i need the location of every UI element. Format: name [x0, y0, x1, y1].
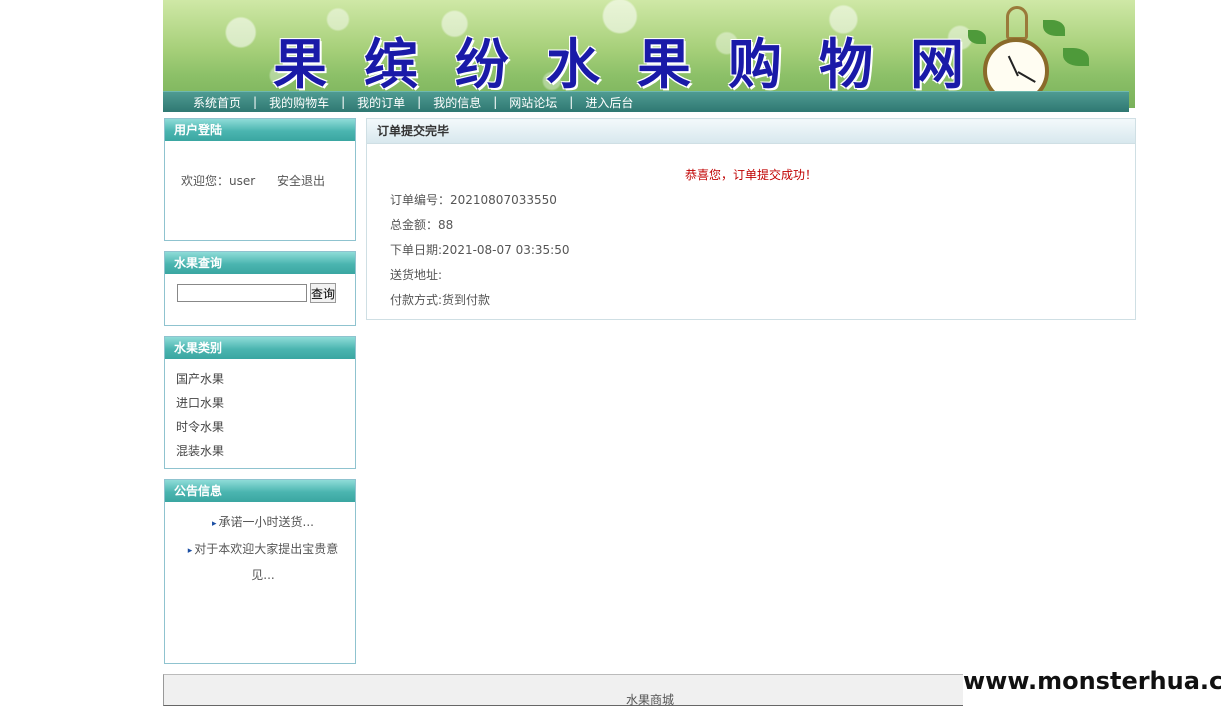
category-link-seasonal[interactable]: 时令水果 — [176, 418, 224, 435]
category-link-imported[interactable]: 进口水果 — [176, 394, 224, 411]
banner-title: 果缤纷水果购物网 — [273, 32, 1001, 96]
nav-forum[interactable]: 网站论坛 — [509, 94, 557, 111]
nav-home[interactable]: 系统首页 — [193, 94, 241, 111]
nav-separator: | — [253, 95, 258, 109]
nav-cart[interactable]: 我的购物车 — [269, 94, 329, 111]
search-input[interactable] — [177, 284, 307, 302]
nav-orders[interactable]: 我的订单 — [357, 94, 405, 111]
category-panel-title: 水果类别 — [165, 337, 355, 359]
notice-text: 对于本欢迎大家提出宝贵意见... — [194, 542, 339, 582]
order-result-title: 订单提交完毕 — [367, 119, 1135, 144]
success-message: 恭喜您，订单提交成功！ — [684, 168, 817, 182]
footer: 水果商城 — [163, 674, 963, 707]
order-date: 下单日期:2021-08-07 03:35:50 — [390, 243, 570, 257]
nav-separator: | — [493, 95, 498, 109]
category-link-mixed[interactable]: 混装水果 — [176, 442, 224, 459]
notice-panel-title: 公告信息 — [165, 480, 355, 502]
notice-panel: 公告信息 ▸ 承诺一小时送货... ▸ 对于本欢迎大家提出宝贵意见... — [164, 479, 356, 664]
pocket-watch-ring-icon — [1006, 6, 1028, 40]
watermark-text: www.monsterhua.com — [963, 667, 1221, 695]
leaf-decoration-icon — [968, 30, 986, 44]
login-panel: 用户登陆 欢迎您：user 安全退出 — [164, 118, 356, 241]
search-panel: 水果查询 查询 — [164, 251, 356, 326]
nav-admin[interactable]: 进入后台 — [585, 94, 633, 111]
search-button[interactable]: 查询 — [310, 283, 336, 303]
nav-separator: | — [341, 95, 346, 109]
main-navigation: 系统首页 | 我的购物车 | 我的订单 | 我的信息 | 网站论坛 | 进入后台 — [163, 91, 1129, 112]
bullet-arrow-icon: ▸ — [187, 546, 193, 556]
category-panel: 水果类别 国产水果 进口水果 时令水果 混装水果 — [164, 336, 356, 469]
order-result-panel: 订单提交完毕 恭喜您，订单提交成功！ 订单编号：20210807033550 总… — [366, 118, 1136, 320]
payment-method: 付款方式:货到付款 — [390, 293, 491, 307]
login-panel-title: 用户登陆 — [165, 119, 355, 141]
bullet-arrow-icon: ▸ — [212, 519, 217, 529]
order-number: 订单编号：20210807033550 — [390, 193, 557, 207]
nav-separator: | — [417, 95, 422, 109]
notice-item[interactable]: ▸ 承诺一小时送货... — [183, 510, 343, 536]
nav-separator: | — [569, 95, 574, 109]
welcome-text: 欢迎您：user — [181, 174, 256, 188]
notice-text: 承诺一小时送货... — [218, 515, 314, 529]
welcome-row: 欢迎您：user 安全退出 — [181, 172, 325, 189]
leaf-decoration-icon — [1043, 20, 1065, 36]
search-panel-title: 水果查询 — [165, 252, 355, 274]
footer-text: 水果商城 — [626, 693, 675, 707]
nav-my-info[interactable]: 我的信息 — [433, 94, 481, 111]
notice-item[interactable]: ▸ 对于本欢迎大家提出宝贵意见... — [183, 537, 343, 587]
leaf-decoration-icon — [1063, 48, 1089, 66]
order-total: 总金额：88 — [390, 218, 454, 232]
delivery-address: 送货地址: — [390, 268, 443, 282]
logout-link[interactable]: 安全退出 — [277, 174, 325, 188]
category-link-domestic[interactable]: 国产水果 — [176, 370, 224, 387]
